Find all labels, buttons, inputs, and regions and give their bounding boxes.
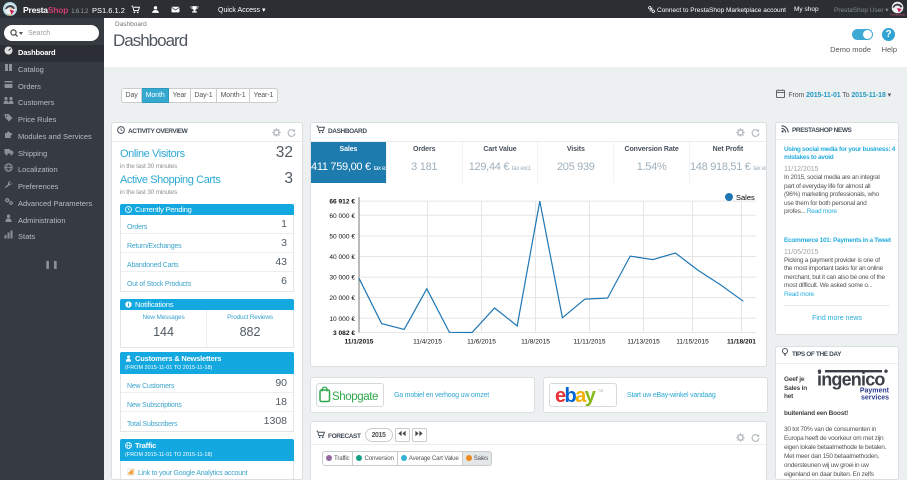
- svg-text:11/4/2015: 11/4/2015: [413, 339, 442, 346]
- svg-text:11/15/2015: 11/15/2015: [676, 339, 709, 346]
- svg-text:30 000 €: 30 000 €: [329, 275, 355, 282]
- svg-text:66 912 €: 66 912 €: [329, 199, 355, 206]
- svg-text:PrestaShop: PrestaShop: [890, 13, 905, 16]
- svg-text:TM: TM: [598, 389, 603, 393]
- svg-text:ingenico: ingenico: [817, 370, 885, 390]
- svg-text:11/6/2015: 11/6/2015: [467, 339, 496, 346]
- svg-text:10 000 €: 10 000 €: [329, 316, 355, 323]
- svg-text:11/13/2015: 11/13/2015: [627, 339, 660, 346]
- svg-text:11/18/201: 11/18/201: [727, 339, 756, 346]
- svg-text:50 000 €: 50 000 €: [329, 233, 355, 240]
- svg-text:60 000 €: 60 000 €: [329, 213, 355, 220]
- svg-text:11/1/2015: 11/1/2015: [345, 339, 374, 346]
- svg-text:Shopgate: Shopgate: [332, 391, 378, 403]
- svg-text:40 000 €: 40 000 €: [329, 254, 355, 261]
- svg-text:3 082 €: 3 082 €: [333, 330, 355, 337]
- svg-text:Sales: Sales: [736, 193, 755, 202]
- svg-text:ebay: ebay: [555, 385, 597, 406]
- svg-text:11/11/2015: 11/11/2015: [573, 339, 605, 346]
- svg-text:20 000 €: 20 000 €: [329, 295, 355, 302]
- svg-text:services: services: [861, 395, 889, 402]
- svg-text:Payment: Payment: [860, 388, 890, 395]
- svg-text:11/8/2015: 11/8/2015: [521, 339, 550, 346]
